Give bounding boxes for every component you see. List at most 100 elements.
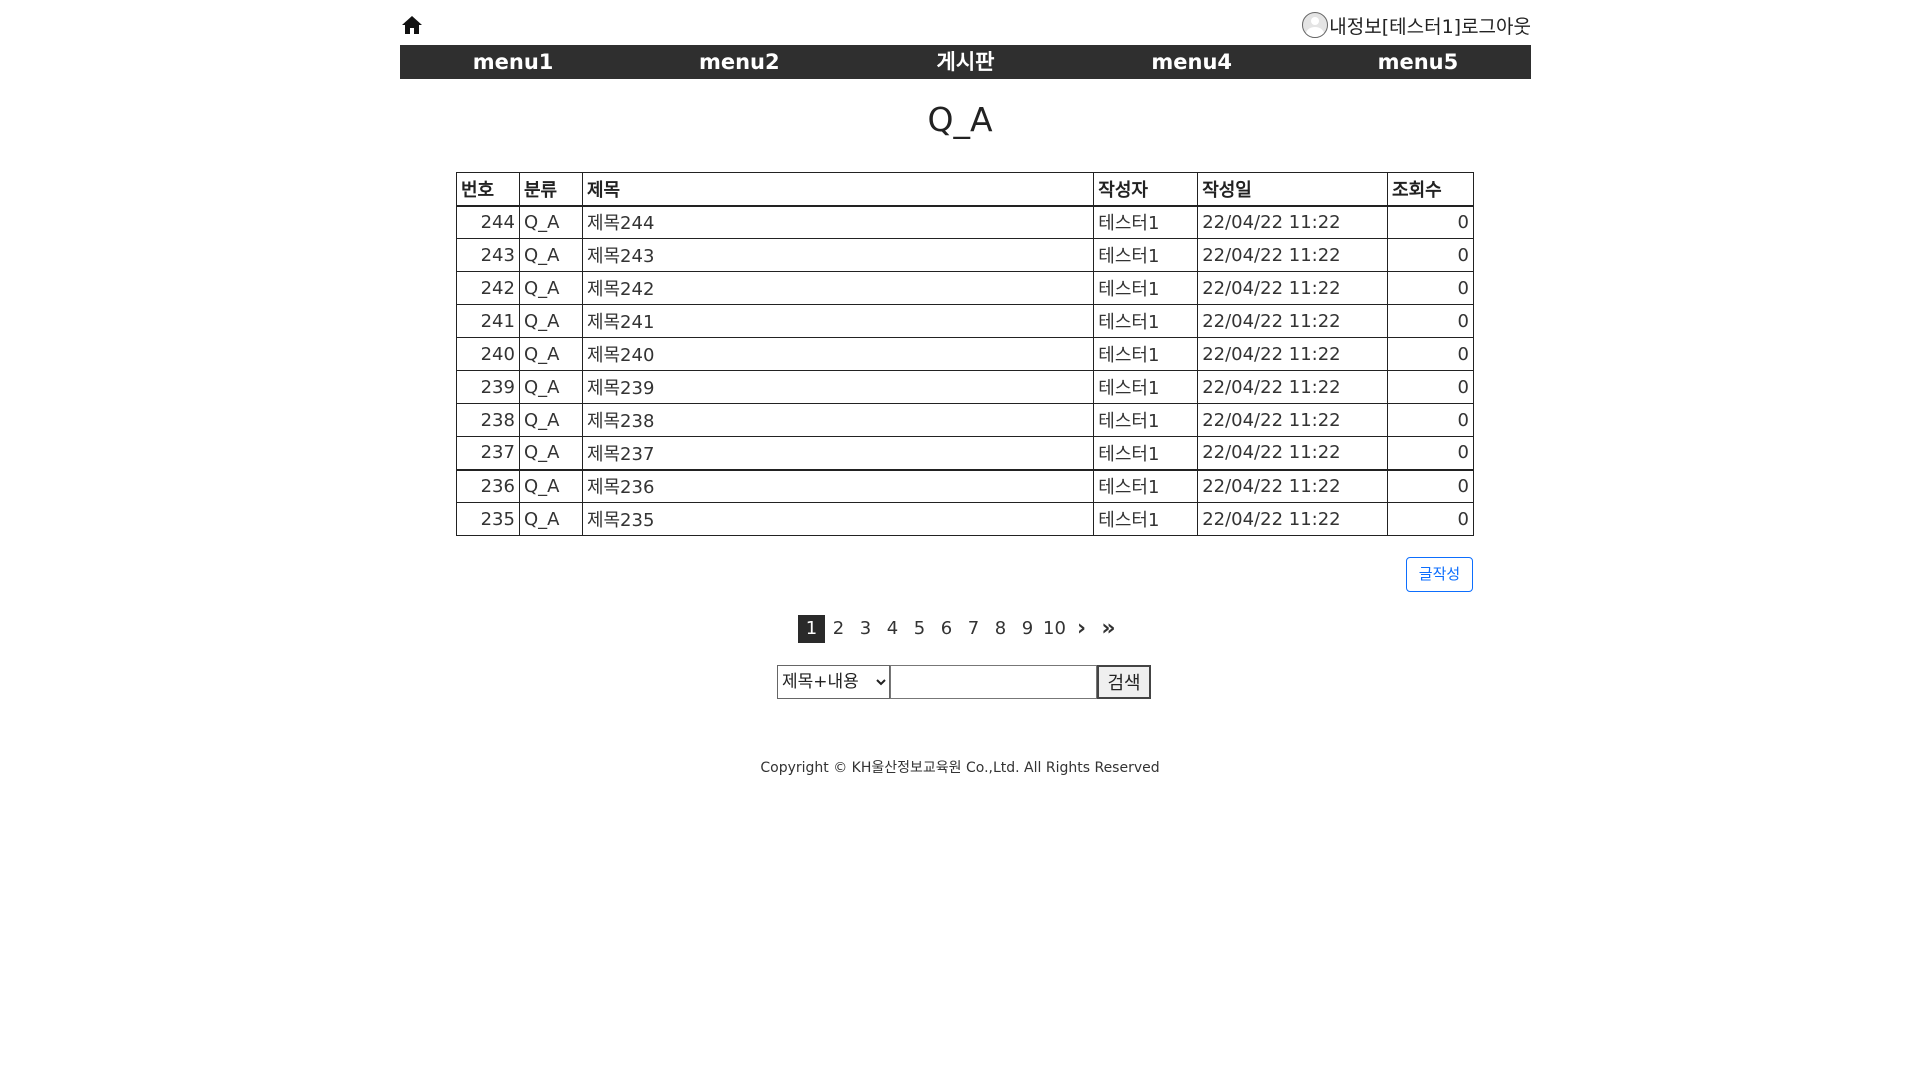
table-row: 237 Q_A 제목237 테스터1 22/04/22 11:22 0 bbox=[456, 436, 1474, 470]
row-date: 22/04/22 11:22 bbox=[1197, 205, 1389, 239]
page-link-2[interactable]: 2 bbox=[825, 615, 852, 643]
page-link-1[interactable]: 1 bbox=[798, 615, 825, 643]
user-avatar-icon bbox=[1302, 12, 1329, 38]
row-number: 244 bbox=[456, 205, 520, 239]
row-number: 241 bbox=[456, 304, 520, 338]
row-category: Q_A bbox=[518, 304, 583, 338]
row-date: 22/04/22 11:22 bbox=[1197, 436, 1389, 470]
page-link-3[interactable]: 3 bbox=[852, 615, 879, 643]
page: 내정보 [테스터1] 로그아웃 menu1 menu2 게시판 menu4 me… bbox=[0, 0, 1920, 1080]
row-views: 0 bbox=[1387, 502, 1474, 536]
row-author: 테스터1 bbox=[1093, 271, 1199, 305]
my-info-link[interactable]: 내정보 bbox=[1329, 12, 1381, 39]
last-page-icon[interactable]: » bbox=[1095, 615, 1122, 643]
page-link-8[interactable]: 8 bbox=[987, 615, 1014, 643]
row-category: Q_A bbox=[518, 468, 583, 503]
row-category: Q_A bbox=[518, 370, 583, 404]
row-date: 22/04/22 11:22 bbox=[1197, 337, 1389, 371]
row-date: 22/04/22 11:22 bbox=[1197, 304, 1389, 338]
row-views: 0 bbox=[1387, 304, 1474, 338]
row-views: 0 bbox=[1387, 468, 1474, 503]
next-page-icon[interactable]: › bbox=[1068, 615, 1095, 643]
row-category: Q_A bbox=[518, 337, 583, 371]
column-header-date: 작성일 bbox=[1197, 172, 1389, 207]
row-author: 테스터1 bbox=[1093, 436, 1199, 470]
row-number: 239 bbox=[456, 370, 520, 404]
row-category: Q_A bbox=[518, 238, 583, 272]
nav-menu2[interactable]: menu2 bbox=[626, 45, 852, 79]
row-title-link[interactable]: 제목236 bbox=[581, 468, 1095, 503]
row-date: 22/04/22 11:22 bbox=[1197, 370, 1389, 404]
footer-copyright: Copyright © KH울산정보교육원 Co.,Ltd. All Right… bbox=[760, 760, 1160, 776]
row-date: 22/04/22 11:22 bbox=[1197, 502, 1389, 536]
logout-link[interactable]: 로그아웃 bbox=[1461, 12, 1531, 39]
row-title-link[interactable]: 제목240 bbox=[581, 337, 1095, 371]
row-views: 0 bbox=[1387, 436, 1474, 470]
table-row: 244 Q_A 제목244 테스터1 22/04/22 11:22 0 bbox=[456, 205, 1474, 239]
row-views: 0 bbox=[1387, 271, 1474, 305]
row-author: 테스터1 bbox=[1093, 304, 1199, 338]
page-link-7[interactable]: 7 bbox=[960, 615, 987, 643]
row-title-link[interactable]: 제목238 bbox=[581, 403, 1095, 437]
page-link-5[interactable]: 5 bbox=[906, 615, 933, 643]
row-author: 테스터1 bbox=[1093, 205, 1199, 239]
column-header-views: 조회수 bbox=[1387, 172, 1474, 207]
row-date: 22/04/22 11:22 bbox=[1197, 238, 1389, 272]
top-bar: 내정보 [테스터1] 로그아웃 bbox=[400, 8, 1531, 44]
search-input[interactable] bbox=[890, 665, 1097, 699]
row-views: 0 bbox=[1387, 238, 1474, 272]
row-number: 238 bbox=[456, 403, 520, 437]
home-link[interactable] bbox=[400, 13, 424, 37]
table-row: 236 Q_A 제목236 테스터1 22/04/22 11:22 0 bbox=[456, 468, 1474, 503]
row-category: Q_A bbox=[518, 502, 583, 536]
row-views: 0 bbox=[1387, 403, 1474, 437]
search-bar: 제목+내용 검색 bbox=[777, 665, 1151, 699]
user-area: 내정보 [테스터1] 로그아웃 bbox=[1302, 10, 1531, 40]
page-link-4[interactable]: 4 bbox=[879, 615, 906, 643]
row-number: 243 bbox=[456, 238, 520, 272]
row-title-link[interactable]: 제목242 bbox=[581, 271, 1095, 305]
row-number: 242 bbox=[456, 271, 520, 305]
nav-menu4[interactable]: menu4 bbox=[1079, 45, 1305, 79]
page-link-6[interactable]: 6 bbox=[933, 615, 960, 643]
row-author: 테스터1 bbox=[1093, 238, 1199, 272]
row-date: 22/04/22 11:22 bbox=[1197, 403, 1389, 437]
table-row: 241 Q_A 제목241 테스터1 22/04/22 11:22 0 bbox=[456, 304, 1474, 338]
row-date: 22/04/22 11:22 bbox=[1197, 468, 1389, 503]
table-row: 238 Q_A 제목238 테스터1 22/04/22 11:22 0 bbox=[456, 403, 1474, 437]
row-author: 테스터1 bbox=[1093, 370, 1199, 404]
table-row: 243 Q_A 제목243 테스터1 22/04/22 11:22 0 bbox=[456, 238, 1474, 272]
table-row: 235 Q_A 제목235 테스터1 22/04/22 11:22 0 bbox=[456, 502, 1474, 536]
pagination: 1 2 3 4 5 6 7 8 9 10 › » bbox=[0, 615, 1920, 643]
board-table: 번호 분류 제목 작성자 작성일 조회수 244 Q_A 제목244 테스터1 … bbox=[456, 172, 1474, 536]
row-author: 테스터1 bbox=[1093, 468, 1199, 503]
table-row: 242 Q_A 제목242 테스터1 22/04/22 11:22 0 bbox=[456, 271, 1474, 305]
row-title-link[interactable]: 제목243 bbox=[581, 238, 1095, 272]
row-category: Q_A bbox=[518, 403, 583, 437]
row-date: 22/04/22 11:22 bbox=[1197, 271, 1389, 305]
write-post-button[interactable]: 글작성 bbox=[1406, 557, 1473, 592]
row-title-link[interactable]: 제목241 bbox=[581, 304, 1095, 338]
row-author: 테스터1 bbox=[1093, 403, 1199, 437]
row-title-link[interactable]: 제목235 bbox=[581, 502, 1095, 536]
row-views: 0 bbox=[1387, 370, 1474, 404]
nav-board[interactable]: 게시판 bbox=[852, 45, 1078, 79]
table-row: 239 Q_A 제목239 테스터1 22/04/22 11:22 0 bbox=[456, 370, 1474, 404]
row-title-link[interactable]: 제목244 bbox=[581, 205, 1095, 239]
column-header-author: 작성자 bbox=[1093, 172, 1199, 207]
home-icon bbox=[402, 16, 422, 34]
row-number: 236 bbox=[456, 468, 520, 503]
nav-menu5[interactable]: menu5 bbox=[1305, 45, 1531, 79]
page-link-9[interactable]: 9 bbox=[1014, 615, 1041, 643]
row-number: 240 bbox=[456, 337, 520, 371]
page-link-10[interactable]: 10 bbox=[1041, 615, 1068, 643]
row-views: 0 bbox=[1387, 337, 1474, 371]
row-title-link[interactable]: 제목239 bbox=[581, 370, 1095, 404]
search-type-select[interactable]: 제목+내용 bbox=[777, 665, 890, 699]
table-row: 240 Q_A 제목240 테스터1 22/04/22 11:22 0 bbox=[456, 337, 1474, 371]
nav-menu1[interactable]: menu1 bbox=[400, 45, 626, 79]
search-button[interactable]: 검색 bbox=[1097, 665, 1151, 699]
row-author: 테스터1 bbox=[1093, 337, 1199, 371]
row-title-link[interactable]: 제목237 bbox=[581, 436, 1095, 470]
row-number: 237 bbox=[456, 436, 520, 470]
